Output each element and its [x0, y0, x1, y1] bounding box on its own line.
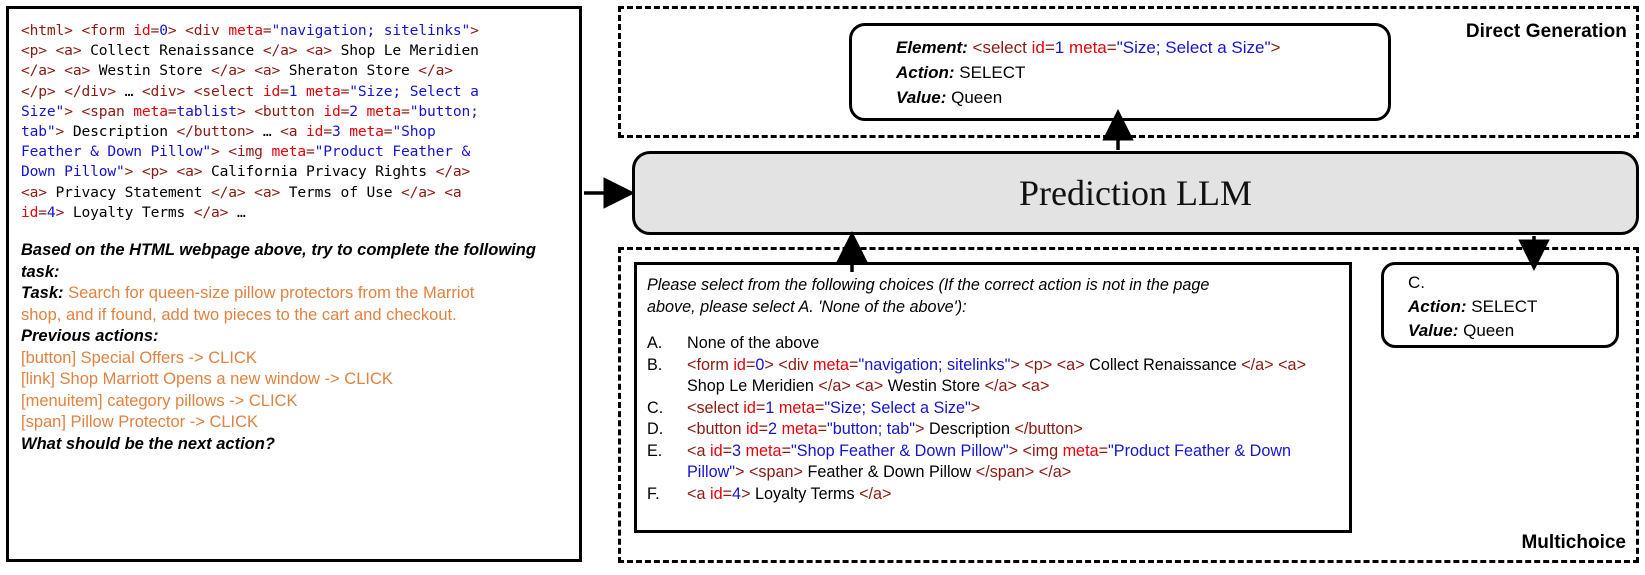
direct-value-row: Value: Queen [896, 85, 1388, 110]
answer-value-row: Value: Queen [1408, 319, 1616, 343]
action-value: SELECT [954, 63, 1026, 82]
option-letter: A. [647, 334, 663, 352]
task-label: Task: [21, 284, 64, 303]
previous-actions-label: Previous actions: [21, 327, 159, 346]
option-letter: E. [647, 441, 663, 460]
action-label: Action: [1408, 297, 1467, 316]
next-action-question: What should be the next action? [21, 434, 275, 453]
previous-action-item: [span] Pillow Protector -> CLICK [21, 413, 259, 432]
prediction-llm-title: Prediction LLM [1019, 173, 1252, 213]
direct-generation-output-box: Element: <select id=1 meta="Size; Select… [849, 23, 1391, 121]
option-text: None of the above [687, 334, 820, 352]
answer-action-row: Action: SELECT [1408, 295, 1616, 319]
value-label: Value: [1408, 321, 1459, 340]
multichoice-instruction-line-1: Please select from the following choices… [647, 276, 1210, 294]
task-text-line-2: shop, and if found, add two pieces to th… [21, 305, 457, 324]
prompt-intro-line-1: Based on the HTML webpage above, try to … [21, 241, 536, 260]
previous-action-item: [button] Special Offers -> CLICK [21, 348, 257, 367]
multichoice-option-e[interactable]: E. <a id=3 meta="Shop Feather & Down Pil… [647, 441, 1341, 484]
answer-choice-letter: C. [1408, 273, 1425, 292]
multichoice-answer-box: C. Action: SELECT Value: Queen [1381, 262, 1619, 348]
direct-action-row: Action: SELECT [896, 60, 1388, 85]
multichoice-instruction-line-2: above, please select A. 'None of the abo… [647, 297, 967, 316]
multichoice-option-d[interactable]: D. <button id=2 meta="button; tab"> Desc… [647, 419, 1341, 441]
prediction-llm-box: Prediction LLM [632, 151, 1639, 235]
prompt-intro-line-2: task: [21, 262, 60, 281]
element-label: Element: [896, 38, 968, 57]
direct-generation-label: Direct Generation [1465, 21, 1627, 42]
multichoice-prompt-box: Please select from the following choices… [634, 262, 1352, 533]
value-label: Value: [896, 88, 947, 107]
multichoice-instruction: Please select from the following choices… [647, 275, 1341, 318]
multichoice-option-f[interactable]: F. <a id=4> Loyalty Terms </a> [647, 484, 1341, 506]
option-letter: D. [647, 420, 664, 438]
direct-element-row: Element: <select id=1 meta="Size; Select… [896, 35, 1388, 60]
value-value: Queen [1458, 321, 1515, 340]
option-letter: B. [647, 355, 663, 374]
option-text: <form id=0> <div meta="navigation; sitel… [687, 355, 1307, 396]
previous-action-item: [link] Shop Marriott Opens a new window … [21, 370, 393, 389]
action-label: Action: [896, 63, 955, 82]
multichoice-option-b[interactable]: B. <form id=0> <div meta="navigation; si… [647, 355, 1341, 398]
option-text: <a id=4> Loyalty Terms </a> [687, 484, 892, 503]
task-text-line-1: Search for queen-size pillow protectors … [63, 284, 475, 303]
value-value: Queen [946, 88, 1003, 107]
option-text: <select id=1 meta="Size; Select a Size"> [687, 398, 981, 417]
option-text: <a id=3 meta="Shop Feather & Down Pillow… [687, 441, 1292, 482]
action-value: SELECT [1466, 297, 1538, 316]
direct-generation-region: Direct Generation Element: <select id=1 … [618, 6, 1639, 138]
option-letter: F. [647, 484, 660, 503]
task-line: Task: Search for queen-size pillow prote… [21, 283, 569, 305]
option-text: <button id=2 meta="button; tab"> Descrip… [687, 420, 1083, 438]
html-source-code: <html> <form id=0> <div meta="navigation… [21, 22, 479, 221]
multichoice-option-c[interactable]: C. <select id=1 meta="Size; Select a Siz… [647, 398, 1341, 420]
prompt-block: Based on the HTML webpage above, try to … [21, 240, 569, 455]
option-letter: C. [647, 398, 664, 417]
multichoice-label: Multichoice [1521, 532, 1626, 553]
previous-action-item: [menuitem] category pillows -> CLICK [21, 391, 298, 410]
multichoice-option-a[interactable]: A. None of the above [647, 333, 1341, 355]
input-prompt-panel: <html> <form id=0> <div meta="navigation… [6, 6, 582, 562]
element-value: <select id=1 meta="Size; Select a Size"> [967, 38, 1281, 57]
